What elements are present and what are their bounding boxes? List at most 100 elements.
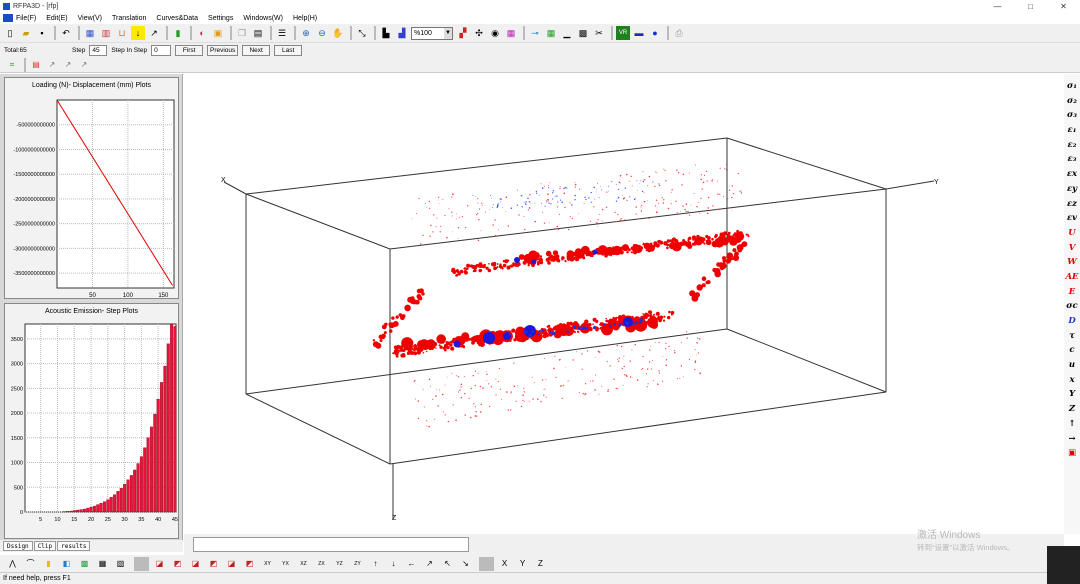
- new-icon[interactable]: ▯: [3, 26, 17, 40]
- variable-button-14[interactable]: E: [1069, 285, 1075, 300]
- variable-button-9[interactable]: εv: [1067, 211, 1077, 226]
- open-icon[interactable]: ▰: [19, 26, 33, 40]
- grid-icon[interactable]: ▦: [504, 26, 518, 40]
- menu-view[interactable]: View(V): [78, 15, 102, 22]
- tab-results[interactable]: results: [57, 541, 91, 551]
- variable-button-2[interactable]: σ₃: [1067, 108, 1077, 123]
- plane-yz-icon[interactable]: YZ: [332, 557, 347, 571]
- menu-help[interactable]: Help(H): [293, 15, 317, 22]
- export-icon[interactable]: ▤: [251, 26, 265, 40]
- menu-curves-data[interactable]: Curves&Data: [156, 15, 198, 22]
- report-icon[interactable]: ☰: [275, 26, 289, 40]
- first-button[interactable]: First: [175, 44, 204, 56]
- variable-button-22[interactable]: Z: [1069, 402, 1075, 417]
- next-button[interactable]: Next: [242, 44, 271, 56]
- maximize-button[interactable]: □: [1014, 0, 1047, 12]
- variable-button-13[interactable]: AE: [1065, 270, 1078, 285]
- vr-icon[interactable]: VR: [616, 26, 630, 40]
- solve-icon[interactable]: ◐: [195, 26, 209, 40]
- load-icon[interactable]: ↓: [131, 26, 145, 40]
- view-top-icon[interactable]: ◪: [224, 557, 239, 571]
- colorbar-icon[interactable]: ▮: [171, 26, 185, 40]
- variable-button-11[interactable]: V: [1069, 241, 1076, 256]
- plane-zx-icon[interactable]: ZX: [314, 557, 329, 571]
- sphere-icon[interactable]: ●: [648, 26, 662, 40]
- minimize-button[interactable]: —: [981, 0, 1014, 12]
- zoom-out-icon[interactable]: ⊖: [315, 26, 329, 40]
- last-button[interactable]: Last: [274, 44, 303, 56]
- view-front-icon[interactable]: ◪: [152, 557, 167, 571]
- menu-settings[interactable]: Settings: [208, 15, 233, 22]
- variable-button-8[interactable]: εz: [1067, 197, 1077, 212]
- tab-design[interactable]: Dssign: [3, 541, 33, 551]
- variable-button-18[interactable]: c: [1069, 343, 1074, 358]
- bar-chart-icon[interactable]: ▁: [560, 26, 574, 40]
- variable-button-19[interactable]: u: [1069, 358, 1075, 373]
- variable-button-23[interactable]: ↑: [1068, 417, 1075, 432]
- menu-file[interactable]: File(F): [16, 15, 36, 22]
- film-icon[interactable]: ▩: [576, 26, 590, 40]
- menu-edit[interactable]: Edit(E): [46, 15, 67, 22]
- rotate-z-icon[interactable]: Z: [533, 557, 548, 571]
- 3d-viewport[interactable]: X Y Z: [184, 74, 1064, 534]
- variable-button-1[interactable]: σ₂: [1067, 94, 1077, 109]
- view-back-icon[interactable]: ◩: [170, 557, 185, 571]
- plane-xz-icon[interactable]: XZ: [296, 557, 311, 571]
- step-in-step-input[interactable]: 0: [151, 44, 172, 56]
- arrow-third-icon[interactable]: ↗: [77, 58, 91, 72]
- plane-xy-icon[interactable]: XY: [260, 557, 275, 571]
- variable-button-12[interactable]: W: [1067, 255, 1077, 270]
- boundary-icon[interactable]: ⊔: [115, 26, 129, 40]
- section-icon[interactable]: ▧: [113, 557, 128, 571]
- copy-icon[interactable]: ❐: [235, 26, 249, 40]
- variable-button-4[interactable]: ε₂: [1068, 138, 1077, 153]
- histogram-icon[interactable]: ▟: [395, 26, 409, 40]
- cylinder-icon[interactable]: ▮: [41, 557, 56, 571]
- variable-button-10[interactable]: U: [1068, 226, 1075, 241]
- variable-button-20[interactable]: x: [1069, 373, 1074, 388]
- step-input[interactable]: 45: [89, 44, 108, 56]
- save-icon[interactable]: ▪: [35, 26, 49, 40]
- scissors-icon[interactable]: ✂: [592, 26, 606, 40]
- arrow-upright-icon[interactable]: ↗: [422, 557, 437, 571]
- chart-icon[interactable]: ⌒: [23, 557, 38, 571]
- monitor-icon[interactable]: ▬: [632, 26, 646, 40]
- view-left-icon[interactable]: ◪: [188, 557, 203, 571]
- curve-icon[interactable]: ⌗: [5, 58, 19, 72]
- variable-button-7[interactable]: εy: [1067, 182, 1077, 197]
- arrow-downright-icon[interactable]: ↘: [458, 557, 473, 571]
- measure-icon[interactable]: ⤡: [355, 26, 369, 40]
- select-color-icon[interactable]: ▞: [456, 26, 470, 40]
- cube-icon[interactable]: ◧: [59, 557, 74, 571]
- variable-button-5[interactable]: ε₃: [1068, 152, 1077, 167]
- command-input[interactable]: [193, 537, 469, 552]
- menu-translation[interactable]: Translation: [112, 15, 146, 22]
- tab-clip[interactable]: Clip: [33, 541, 57, 551]
- eye-icon[interactable]: ◉: [488, 26, 502, 40]
- arrow-down-icon[interactable]: ↓: [386, 557, 401, 571]
- close-button[interactable]: ✕: [1047, 0, 1080, 12]
- variable-button-3[interactable]: ε₁: [1068, 123, 1077, 138]
- mesh-icon[interactable]: ▥: [99, 26, 113, 40]
- probe-icon[interactable]: ⊸: [528, 26, 542, 40]
- arrow-alt-icon[interactable]: ↗: [61, 58, 75, 72]
- print-preview-icon[interactable]: ⎙: [672, 26, 686, 40]
- variable-button-0[interactable]: σ₁: [1067, 79, 1077, 94]
- arrow-upleft-icon[interactable]: ↖: [440, 557, 455, 571]
- curve-tool-icon[interactable]: ⋀: [5, 557, 20, 571]
- view-bottom-icon[interactable]: ◩: [242, 557, 257, 571]
- plane-yx-icon[interactable]: YX: [278, 557, 293, 571]
- grid-view-icon[interactable]: ▦: [95, 557, 110, 571]
- plane-zy-icon[interactable]: ZY: [350, 557, 365, 571]
- arrow-icon[interactable]: ↗: [45, 58, 59, 72]
- 3d-scene[interactable]: X Y Z: [184, 74, 1064, 534]
- menu-windows[interactable]: Windows(W): [243, 15, 283, 22]
- model-icon[interactable]: ▦: [83, 26, 97, 40]
- previous-button[interactable]: Previous: [207, 44, 239, 56]
- arrow-up-icon[interactable]: ↑: [368, 557, 383, 571]
- variable-button-17[interactable]: τ: [1069, 329, 1075, 344]
- variable-button-15[interactable]: σc: [1066, 299, 1077, 314]
- print-icon[interactable]: ▙: [379, 26, 393, 40]
- rotate-y-icon[interactable]: Y: [515, 557, 530, 571]
- undo-icon[interactable]: ↶: [59, 26, 73, 40]
